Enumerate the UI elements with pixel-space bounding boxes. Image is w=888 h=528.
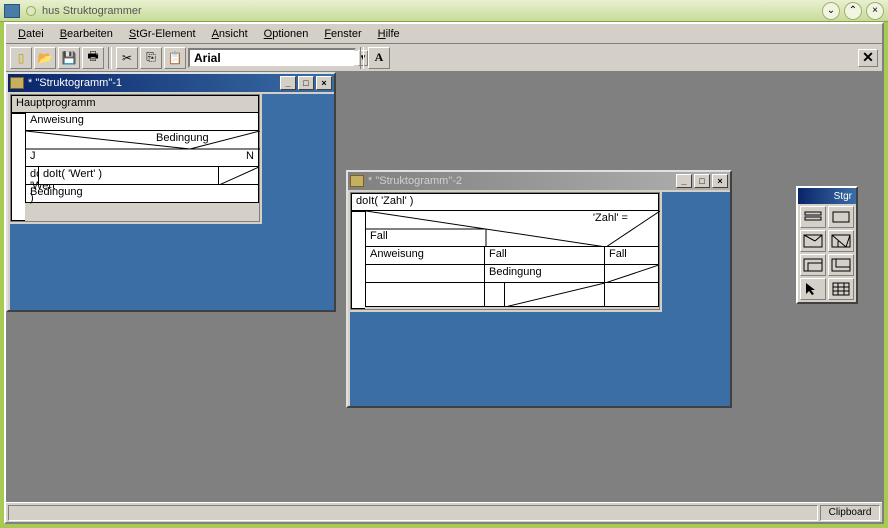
diagram2-empty[interactable] [365, 283, 485, 307]
blue-area [350, 312, 730, 406]
font-style-button[interactable]: A [368, 47, 390, 69]
child-maximize-button[interactable]: □ [694, 174, 710, 188]
doc-icon [350, 175, 364, 187]
toolbar: ▯ 📂 💾 🖶 ✂ ⎘ 📋 ▼ A ✕ [6, 44, 882, 72]
tool-palette[interactable]: Stgr [796, 186, 858, 304]
child-maximize-button[interactable]: □ [298, 76, 314, 90]
child-titlebar-1[interactable]: * "Struktogramm"-1 _ □ × [8, 74, 334, 92]
close-button[interactable]: × [866, 2, 884, 20]
menubar: Dateidocument.currentScript.previousElem… [6, 24, 882, 44]
diagram2-zahl[interactable]: 'Zahl' = [593, 212, 628, 224]
toolbar-separator [108, 47, 112, 69]
save-button[interactable]: 💾 [58, 47, 80, 69]
menu-options[interactable]: Optionen [256, 26, 317, 42]
font-input[interactable] [190, 51, 358, 65]
palette-decision-icon[interactable] [800, 230, 826, 252]
diagram2-fall3[interactable]: Fall [605, 247, 659, 265]
minimize-button[interactable]: ⌄ [822, 2, 840, 20]
workspace: * "Struktogramm"-1 _ □ × Hauptprogramm A… [6, 72, 882, 502]
menu-view[interactable]: Ansicht [204, 26, 256, 42]
child-window-1: * "Struktogramm"-1 _ □ × Hauptprogramm A… [6, 72, 336, 312]
palette-block-icon[interactable] [828, 206, 854, 228]
diagram-empty[interactable] [219, 167, 259, 185]
font-select[interactable]: ▼ [188, 48, 356, 68]
diagram-yes: J [30, 150, 36, 162]
child-window-2: * "Struktogramm"-2 _ □ × doIt( 'Zahl' ) … [346, 170, 732, 408]
menu-window[interactable]: Fenster [316, 26, 369, 42]
diagram-anweisung[interactable]: Anweisung [25, 113, 259, 131]
os-window-title: hus Struktogrammer [42, 5, 818, 17]
child-minimize-button[interactable]: _ [280, 76, 296, 90]
diagram2-diag[interactable] [605, 265, 659, 283]
diagram-main[interactable]: Hauptprogramm [11, 95, 259, 113]
app-icon [4, 4, 20, 18]
diagram-no: N [246, 150, 254, 162]
diagram-bedingung[interactable]: Bedingung [156, 132, 209, 144]
diagram2-fall1: Fall [370, 230, 388, 242]
palette-title[interactable]: Stgr [798, 188, 856, 204]
child-minimize-button[interactable]: _ [676, 174, 692, 188]
diagram-bedingung2[interactable]: Bedingung [25, 185, 259, 203]
palette-pointer-icon[interactable] [800, 278, 826, 300]
diagram2-diag[interactable] [505, 283, 604, 306]
open-button[interactable]: 📂 [34, 47, 56, 69]
child-title-2: * "Struktogramm"-2 [368, 175, 674, 187]
doc-icon [10, 77, 24, 89]
palette-sequence-icon[interactable] [800, 206, 826, 228]
menu-file[interactable]: Dateidocument.currentScript.previousElem… [10, 26, 52, 42]
palette-loop-bottom-icon[interactable] [828, 254, 854, 276]
child-close-button[interactable]: × [316, 76, 332, 90]
child-close-button[interactable]: × [712, 174, 728, 188]
toolbar-separator [360, 47, 364, 69]
diagram2-bedingung[interactable]: Bedingung [485, 265, 605, 283]
diagram2-empty[interactable] [605, 283, 659, 307]
mdi-close-button[interactable]: ✕ [858, 49, 878, 67]
diagram-doit[interactable]: doIt( 'Wert' ) [39, 167, 219, 185]
menu-edit[interactable]: Bearbeiten [52, 26, 121, 42]
new-button[interactable]: ▯ [10, 47, 32, 69]
menu-help[interactable]: Hilfe [370, 26, 408, 42]
diagram2-anweisung[interactable]: Anweisung [365, 247, 485, 265]
status-clipboard: Clipboard [820, 505, 880, 521]
palette-case-icon[interactable] [828, 230, 854, 252]
app-window: Dateidocument.currentScript.previousElem… [4, 22, 884, 524]
paste-button[interactable]: 📋 [164, 47, 186, 69]
palette-grid-icon[interactable] [828, 278, 854, 300]
cut-button[interactable]: ✂ [116, 47, 138, 69]
status-message [8, 505, 818, 521]
child-title-1: * "Struktogramm"-1 [28, 77, 278, 89]
blue-area [10, 224, 334, 310]
diagram2-empty[interactable] [365, 265, 485, 283]
diagram2-fall2[interactable]: Fall [485, 247, 605, 265]
palette-loop-top-icon[interactable] [800, 254, 826, 276]
copy-button[interactable]: ⎘ [140, 47, 162, 69]
menu-element[interactable]: StGr-Element [121, 26, 204, 42]
statusbar: Clipboard [6, 502, 882, 522]
status-dot-icon [26, 6, 36, 16]
print-button[interactable]: 🖶 [82, 47, 104, 69]
maximize-button[interactable]: ⌃ [844, 2, 862, 20]
diagram2-doit[interactable]: doIt( 'Zahl' ) [351, 193, 659, 211]
diagram-doit[interactable]: doIt( 'Wert' ) [25, 167, 39, 185]
child-titlebar-2[interactable]: * "Struktogramm"-2 _ □ × [348, 172, 730, 190]
os-titlebar: hus Struktogrammer ⌄ ⌃ × [0, 0, 888, 22]
